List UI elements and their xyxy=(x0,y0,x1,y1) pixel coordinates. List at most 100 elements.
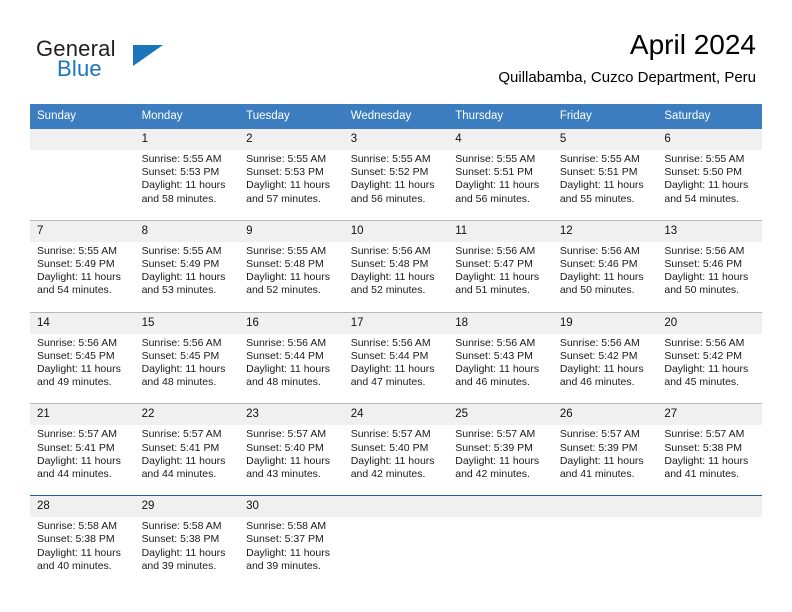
day-cell[interactable]: Sunrise: 5:57 AM Sunset: 5:40 PM Daylight:… xyxy=(343,425,449,496)
day-cell[interactable]: Sunrise: 5:58 AM Sunset: 5:38 PM Daylight:… xyxy=(30,517,135,588)
day-detail-line: Daylight: 11 hours xyxy=(664,363,749,376)
day-cell[interactable]: Sunrise: 5:57 AM Sunset: 5:39 PM Daylight:… xyxy=(552,425,658,496)
day-detail-line: Daylight: 11 hours xyxy=(37,363,121,376)
day-cell[interactable]: Sunrise: 5:56 AM Sunset: 5:43 PM Daylight:… xyxy=(448,333,553,404)
day-detail-line: and 39 minutes. xyxy=(141,559,217,572)
day-number[interactable]: 5 xyxy=(552,129,658,150)
day-number[interactable]: 28 xyxy=(30,496,135,518)
day-detail-line: Sunrise: 5:57 AM xyxy=(559,428,640,441)
day-cell[interactable]: Sunrise: 5:55 AM Sunset: 5:52 PM Daylight:… xyxy=(343,150,449,220)
day-number[interactable]: 25 xyxy=(448,404,553,426)
page-title: April 2024 xyxy=(629,29,756,60)
day-cell[interactable]: Sunrise: 5:55 AM Sunset: 5:51 PM Daylight:… xyxy=(552,150,658,220)
day-cell[interactable]: Sunrise: 5:56 AM Sunset: 5:45 PM Daylight:… xyxy=(30,333,135,404)
day-cell[interactable]: Sunrise: 5:55 AM Sunset: 5:53 PM Daylight:… xyxy=(134,150,240,220)
week-detail-row: Sunrise: 5:58 AM Sunset: 5:38 PM Daylight:… xyxy=(30,517,762,588)
day-cell[interactable]: Sunrise: 5:55 AM Sunset: 5:49 PM Daylight:… xyxy=(134,241,240,312)
day-cell[interactable]: Sunrise: 5:55 AM Sunset: 5:53 PM Daylight:… xyxy=(239,150,344,220)
day-detail-line: Sunset: 5:43 PM xyxy=(455,349,533,362)
day-cell[interactable]: Sunrise: 5:57 AM Sunset: 5:41 PM Daylight:… xyxy=(134,425,240,496)
day-number[interactable]: 26 xyxy=(552,404,658,426)
day-number[interactable]: 6 xyxy=(657,129,762,150)
day-number[interactable]: 12 xyxy=(552,220,658,242)
day-number[interactable]: 24 xyxy=(343,404,449,426)
day-detail-line: and 46 minutes. xyxy=(455,376,530,389)
day-detail-line: Sunrise: 5:55 AM xyxy=(350,153,431,165)
day-number[interactable]: 2 xyxy=(239,129,344,150)
day-number[interactable]: 7 xyxy=(30,220,135,242)
day-number[interactable]: 4 xyxy=(448,129,553,150)
day-cell[interactable]: Sunrise: 5:58 AM Sunset: 5:38 PM Daylight:… xyxy=(134,517,240,588)
day-cell[interactable]: Sunrise: 5:56 AM Sunset: 5:47 PM Daylight:… xyxy=(448,241,553,312)
day-detail-line: Sunrise: 5:56 AM xyxy=(559,336,640,349)
page-header: General Blue April 2024 Quillabamba, Cuz… xyxy=(0,0,792,100)
day-cell-empty xyxy=(30,150,135,220)
day-detail-line: Daylight: 11 hours xyxy=(455,454,540,467)
day-number[interactable]: 17 xyxy=(343,312,449,334)
day-number[interactable]: 13 xyxy=(657,220,762,242)
day-number[interactable]: 27 xyxy=(657,404,762,426)
day-number-empty xyxy=(448,496,553,518)
day-cell[interactable]: Sunrise: 5:56 AM Sunset: 5:44 PM Daylight:… xyxy=(343,333,449,404)
day-cell[interactable]: Sunrise: 5:57 AM Sunset: 5:40 PM Daylight:… xyxy=(239,425,344,496)
day-detail-line: Sunset: 5:40 PM xyxy=(246,441,324,454)
day-detail-line: Daylight: 11 hours xyxy=(37,271,121,284)
day-number[interactable]: 9 xyxy=(239,220,344,242)
day-cell[interactable]: Sunrise: 5:56 AM Sunset: 5:48 PM Daylight:… xyxy=(343,241,449,312)
week-daynumber-row: 14 15 16 17 18 19 20 xyxy=(30,312,762,334)
day-detail-line: Daylight: 11 hours xyxy=(559,179,644,192)
day-detail-line: and 52 minutes. xyxy=(246,284,321,297)
day-cell[interactable]: Sunrise: 5:58 AM Sunset: 5:37 PM Daylight:… xyxy=(239,517,344,588)
day-cell[interactable]: Sunrise: 5:56 AM Sunset: 5:46 PM Daylight:… xyxy=(552,241,658,312)
day-cell[interactable]: Sunrise: 5:55 AM Sunset: 5:50 PM Daylight:… xyxy=(657,150,762,220)
day-cell[interactable]: Sunrise: 5:56 AM Sunset: 5:42 PM Daylight:… xyxy=(657,333,762,404)
brand-logo[interactable]: General Blue xyxy=(36,36,236,86)
day-number[interactable]: 30 xyxy=(239,496,344,518)
day-detail-line: Daylight: 11 hours xyxy=(246,363,330,376)
day-detail-line: and 39 minutes. xyxy=(246,559,321,572)
day-number[interactable]: 15 xyxy=(134,312,240,334)
day-number[interactable]: 1 xyxy=(134,129,240,150)
day-number[interactable]: 10 xyxy=(343,220,449,242)
day-number[interactable]: 8 xyxy=(134,220,240,242)
day-detail-line: Daylight: 11 hours xyxy=(246,454,330,467)
day-number[interactable]: 11 xyxy=(448,220,553,242)
day-detail-line: and 44 minutes. xyxy=(37,468,112,481)
day-detail-line: Sunrise: 5:58 AM xyxy=(37,520,117,533)
day-number[interactable]: 14 xyxy=(30,312,135,334)
day-number[interactable]: 21 xyxy=(30,404,135,426)
day-cell[interactable]: Sunrise: 5:55 AM Sunset: 5:49 PM Daylight:… xyxy=(30,241,135,312)
day-cell[interactable]: Sunrise: 5:55 AM Sunset: 5:51 PM Daylight:… xyxy=(448,150,553,220)
day-cell[interactable]: Sunrise: 5:56 AM Sunset: 5:45 PM Daylight:… xyxy=(134,333,240,404)
day-detail-line: Sunrise: 5:56 AM xyxy=(559,244,640,257)
day-number[interactable]: 23 xyxy=(239,404,344,426)
weekday-header-wednesday: Wednesday xyxy=(343,104,449,129)
day-detail-line: Sunset: 5:48 PM xyxy=(350,258,429,271)
day-cell[interactable]: Sunrise: 5:57 AM Sunset: 5:39 PM Daylight:… xyxy=(448,425,553,496)
day-detail-line: Sunrise: 5:56 AM xyxy=(350,336,431,349)
day-number[interactable]: 20 xyxy=(657,312,762,334)
day-cell[interactable]: Sunrise: 5:57 AM Sunset: 5:41 PM Daylight:… xyxy=(30,425,135,496)
day-detail-line: Daylight: 11 hours xyxy=(141,271,226,284)
day-detail-line: and 56 minutes. xyxy=(350,192,426,205)
day-number[interactable]: 18 xyxy=(448,312,553,334)
day-cell[interactable]: Sunrise: 5:56 AM Sunset: 5:42 PM Daylight:… xyxy=(552,333,658,404)
day-number[interactable]: 19 xyxy=(552,312,658,334)
day-detail-line: Daylight: 11 hours xyxy=(141,454,226,467)
day-detail-line: Sunrise: 5:56 AM xyxy=(350,244,431,257)
day-number[interactable]: 16 xyxy=(239,312,344,334)
day-detail-line: Daylight: 11 hours xyxy=(455,271,540,284)
day-number[interactable]: 29 xyxy=(134,496,240,518)
triangle-icon xyxy=(133,45,163,66)
day-detail-line: Sunset: 5:51 PM xyxy=(455,166,533,179)
day-detail-line: Sunset: 5:38 PM xyxy=(141,533,220,546)
day-number[interactable]: 3 xyxy=(343,129,449,150)
day-detail-line: Daylight: 11 hours xyxy=(350,454,435,467)
day-cell[interactable]: Sunrise: 5:57 AM Sunset: 5:38 PM Daylight:… xyxy=(657,425,762,496)
day-cell[interactable]: Sunrise: 5:55 AM Sunset: 5:48 PM Daylight:… xyxy=(239,241,344,312)
day-cell[interactable]: Sunrise: 5:56 AM Sunset: 5:46 PM Daylight:… xyxy=(657,241,762,312)
day-number[interactable]: 22 xyxy=(134,404,240,426)
day-detail-line: Daylight: 11 hours xyxy=(37,546,121,559)
day-cell[interactable]: Sunrise: 5:56 AM Sunset: 5:44 PM Daylight:… xyxy=(239,333,344,404)
day-detail-line: Sunrise: 5:55 AM xyxy=(246,153,327,165)
